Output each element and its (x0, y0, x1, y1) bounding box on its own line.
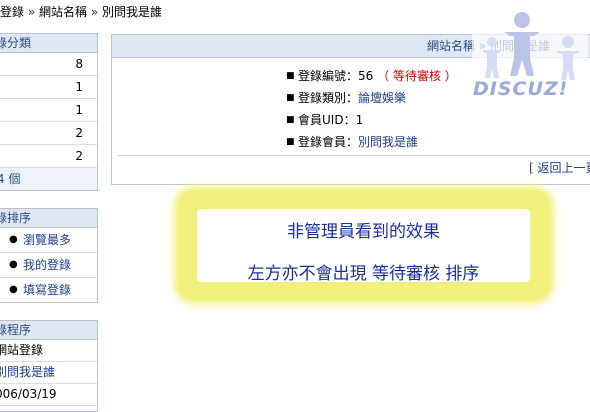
breadcrumb-home[interactable]: 登錄 (0, 5, 24, 19)
sort-item-label[interactable]: 填寫登錄 (23, 278, 71, 302)
breadcrumb-separator: » (90, 5, 99, 19)
back-link[interactable]: [ 返回上一頁 (529, 159, 590, 176)
process-box-title: 錄程序 (0, 321, 97, 340)
process-member-link[interactable]: 別問我是誰 (0, 362, 97, 384)
category-count: 1 (75, 103, 83, 117)
listing-category-row: ■ 登錄類別：論壇娛樂 (286, 87, 457, 109)
breadcrumb-current: 別問我是誰 (102, 5, 163, 19)
annotation-line-1: 非管理員看到的效果 (287, 222, 440, 242)
category-row[interactable]: 8 (0, 53, 97, 76)
breadcrumb-separator: » (27, 5, 36, 19)
divider (118, 155, 590, 156)
listing-member-row: ■ 登錄會員：別問我是誰 (286, 131, 457, 153)
bullet-icon: ■ (286, 137, 295, 147)
bullet-icon: ■ (286, 71, 295, 81)
category-count: 2 (75, 126, 83, 140)
category-row[interactable]: 2 (0, 122, 97, 145)
category-count: 2 (75, 149, 83, 163)
annotation-line-2: 左方亦不會出現 等待審核 排序 (247, 264, 480, 284)
sort-item-my-listings[interactable]: ● 我的登錄 (0, 253, 97, 278)
breadcrumb: 登錄 » 網站名稱 » 別問我是誰 (0, 3, 162, 20)
sort-box: 錄排序 ● 瀏覽最多 ● 我的登錄 ● 填寫登錄 (0, 208, 98, 303)
process-box: 錄程序 網站登錄 別問我是誰 006/03/19 (0, 320, 98, 412)
bullet-icon: ■ (286, 115, 295, 125)
listing-uid-label: 會員UID： (298, 113, 356, 127)
listing-uid-value: 1 (355, 113, 364, 127)
bullet-icon: ■ (286, 93, 295, 103)
listing-member-label: 登錄會員： (298, 135, 359, 149)
sort-item-label[interactable]: 我的登錄 (23, 253, 71, 277)
sort-item-most-viewed[interactable]: ● 瀏覽最多 (0, 228, 97, 253)
category-box: 錄分類 8 1 1 2 2 4 個 (0, 33, 98, 191)
process-site-name: 網站登錄 (0, 340, 97, 362)
listing-id-value: 56 (358, 69, 374, 83)
category-count: 8 (75, 57, 83, 71)
pending-status: （ 等待審核 ） (377, 69, 457, 83)
bullet-icon: ● (9, 284, 18, 295)
sort-box-title: 錄排序 (0, 209, 97, 228)
listing-info: ■ 登錄編號：56 （ 等待審核 ） ■ 登錄類別：論壇娛樂 ■ 會員UID：1… (286, 65, 457, 153)
category-count: 1 (75, 80, 83, 94)
listing-category-link[interactable]: 論壇娛樂 (358, 91, 406, 105)
bullet-icon: ● (9, 234, 18, 245)
sort-item-submit-listing[interactable]: ● 填寫登錄 (0, 278, 97, 302)
listing-category-label: 登錄類別： (298, 91, 359, 105)
bullet-icon: ● (9, 259, 18, 270)
category-total: 4 個 (0, 168, 97, 190)
process-date: 006/03/19 (0, 384, 97, 406)
listing-id-row: ■ 登錄編號：56 （ 等待審核 ） (286, 65, 457, 87)
category-row[interactable]: 1 (0, 76, 97, 99)
listing-member-link[interactable]: 別問我是誰 (358, 135, 418, 149)
category-row[interactable]: 2 (0, 145, 97, 168)
category-row[interactable]: 1 (0, 99, 97, 122)
sort-item-label[interactable]: 瀏覽最多 (23, 228, 71, 252)
listing-id-label: 登錄編號： (298, 69, 359, 83)
listing-uid-row: ■ 會員UID：1 (286, 109, 457, 131)
breadcrumb-site[interactable]: 網站名稱 (39, 5, 87, 19)
category-box-title: 錄分類 (0, 34, 97, 53)
discuz-logo-text: DISCUZ! (473, 78, 569, 100)
